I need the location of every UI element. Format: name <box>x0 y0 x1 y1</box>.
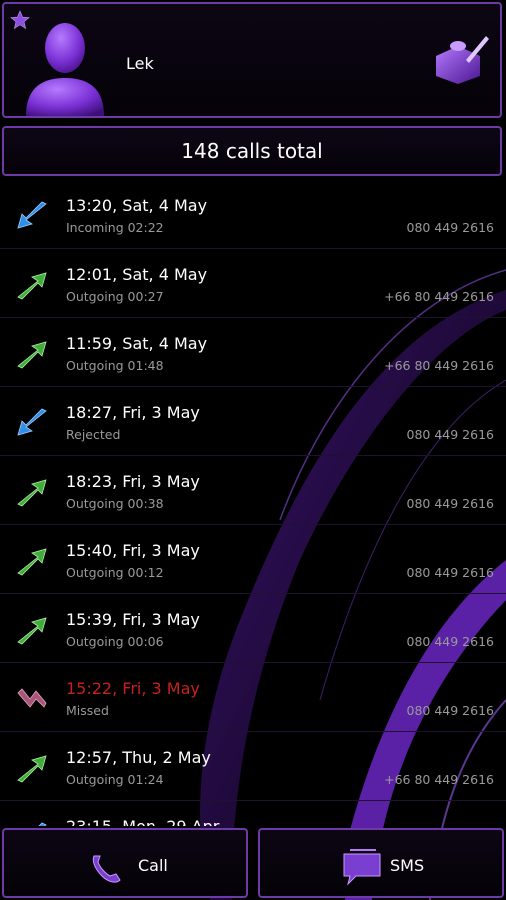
call-number: +66 80 449 2616 <box>384 772 494 787</box>
call-number: 080 449 2616 <box>406 565 494 580</box>
incoming-call-icon <box>17 201 47 229</box>
call-log-row[interactable]: 18:27, Fri, 3 May Rejected 080 449 2616 <box>0 387 506 456</box>
call-status: Outgoing 01:24 <box>66 772 164 787</box>
call-time: 12:01, Sat, 4 May <box>66 265 208 284</box>
contact-name: Lek <box>126 54 154 73</box>
call-time: 23:15, Mon, 29 Apr <box>66 817 219 826</box>
outgoing-call-icon <box>17 272 47 300</box>
action-bar: Call SMS <box>0 826 506 900</box>
phone-icon <box>92 855 121 883</box>
call-number: 080 449 2616 <box>406 427 494 442</box>
call-status: Incoming 02:22 <box>66 220 164 235</box>
call-time: 13:20, Sat, 4 May <box>66 196 208 215</box>
call-log-row[interactable]: 11:59, Sat, 4 May Outgoing 01:48 +66 80 … <box>0 318 506 387</box>
call-status: Outgoing 00:06 <box>66 634 164 649</box>
call-status: Missed <box>66 703 109 718</box>
call-time: 18:23, Fri, 3 May <box>66 472 200 491</box>
call-number: +66 80 449 2616 <box>384 358 494 373</box>
outgoing-call-icon <box>17 479 47 507</box>
call-log-row[interactable]: 23:15, Mon, 29 Apr <box>0 801 506 826</box>
calls-total-label: 148 calls total <box>181 139 323 163</box>
call-log-list[interactable]: 13:20, Sat, 4 May Incoming 02:22 080 449… <box>0 180 506 826</box>
call-button[interactable]: Call <box>2 828 248 898</box>
call-button-label: Call <box>138 856 168 875</box>
call-log-row[interactable]: 13:20, Sat, 4 May Incoming 02:22 080 449… <box>0 180 506 249</box>
call-status: Outgoing 00:38 <box>66 496 164 511</box>
call-log-row[interactable]: 12:01, Sat, 4 May Outgoing 00:27 +66 80 … <box>0 249 506 318</box>
call-time: 15:22, Fri, 3 May <box>66 679 200 698</box>
call-number: 080 449 2616 <box>406 634 494 649</box>
outgoing-call-icon <box>17 617 47 645</box>
call-number: 080 449 2616 <box>406 496 494 511</box>
call-time: 11:59, Sat, 4 May <box>66 334 208 353</box>
call-number: 080 449 2616 <box>406 703 494 718</box>
call-time: 15:39, Fri, 3 May <box>66 610 200 629</box>
avatar[interactable] <box>22 16 108 116</box>
call-log-row[interactable]: 15:40, Fri, 3 May Outgoing 00:12 080 449… <box>0 525 506 594</box>
call-log-row[interactable]: 15:22, Fri, 3 May Missed 080 449 2616 <box>0 663 506 732</box>
missed-call-icon <box>17 688 47 708</box>
call-status: Outgoing 00:27 <box>66 289 164 304</box>
call-status: Outgoing 01:48 <box>66 358 164 373</box>
sms-button[interactable]: SMS <box>258 828 504 898</box>
call-number: 080 449 2616 <box>406 220 494 235</box>
calls-total-bar: 148 calls total <box>2 126 502 176</box>
edit-contact-icon[interactable] <box>428 26 490 88</box>
call-status: Outgoing 00:12 <box>66 565 164 580</box>
sms-button-label: SMS <box>390 856 425 875</box>
call-time: 12:57, Thu, 2 May <box>66 748 211 767</box>
outgoing-call-icon <box>17 548 47 576</box>
call-log-row[interactable]: 18:23, Fri, 3 May Outgoing 00:38 080 449… <box>0 456 506 525</box>
call-number: +66 80 449 2616 <box>384 289 494 304</box>
call-log-row[interactable]: 15:39, Fri, 3 May Outgoing 00:06 080 449… <box>0 594 506 663</box>
sms-icon <box>343 849 381 886</box>
call-log-row[interactable]: 12:57, Thu, 2 May Outgoing 01:24 +66 80 … <box>0 732 506 801</box>
call-time: 18:27, Fri, 3 May <box>66 403 200 422</box>
contact-header: Lek <box>2 2 502 118</box>
call-time: 15:40, Fri, 3 May <box>66 541 200 560</box>
outgoing-call-icon <box>17 341 47 369</box>
call-status: Rejected <box>66 427 121 442</box>
rejected-call-icon <box>17 408 47 436</box>
outgoing-call-icon <box>17 755 47 783</box>
